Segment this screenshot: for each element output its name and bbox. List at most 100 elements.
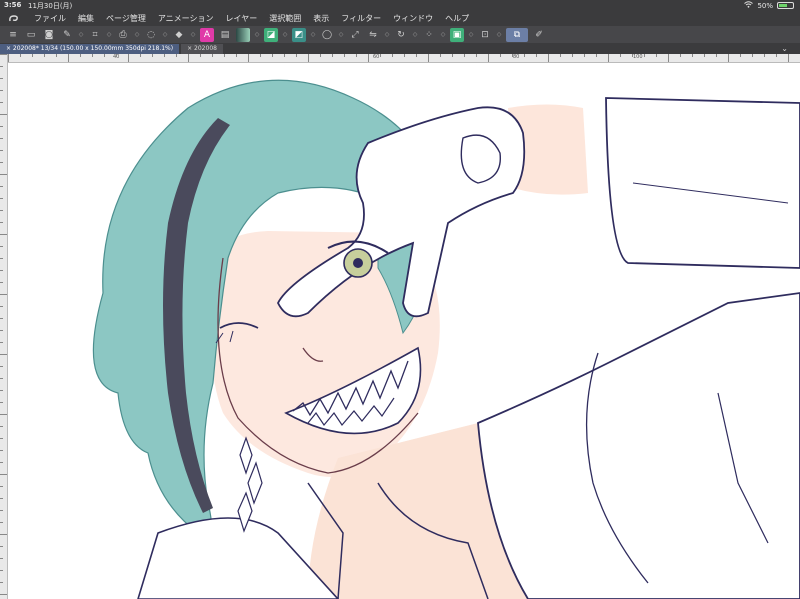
menu-animation[interactable]: アニメーション — [152, 13, 220, 24]
ruler-tick — [20, 54, 21, 57]
gradient-icon[interactable] — [236, 27, 250, 42]
ruler-tick — [0, 282, 3, 283]
ruler-tick — [524, 54, 525, 57]
ruler-tick — [644, 54, 645, 57]
ruler-tick — [0, 546, 3, 547]
selection-launcher-icon[interactable]: ⁘ — [422, 28, 436, 42]
ruler-tick — [740, 54, 741, 57]
ruler-tick — [44, 54, 45, 57]
ruler-tick — [572, 54, 573, 57]
chevron-down-icon[interactable]: ⌄ — [781, 44, 788, 53]
chevron-updown-icon[interactable]: ◇ — [383, 28, 391, 42]
chevron-updown-icon[interactable]: ◇ — [467, 28, 475, 42]
ruler-tick — [0, 534, 7, 535]
ruler-tick — [308, 54, 309, 62]
layer-color-icon[interactable]: ◪ — [264, 27, 278, 42]
menu-bar: ファイル 編集 ページ管理 アニメーション レイヤー 選択範囲 表示 フィルター… — [0, 11, 800, 26]
chevron-updown-icon[interactable]: ◇ — [439, 28, 447, 42]
print-icon[interactable]: ⎙ — [116, 28, 130, 42]
ruler-tick — [0, 54, 7, 55]
pen-settings-icon[interactable]: ✐ — [532, 28, 546, 42]
chevron-updown-icon[interactable]: ◇ — [105, 28, 113, 42]
ruler-tick — [476, 54, 477, 57]
ruler-tick — [188, 54, 189, 62]
menu-file[interactable]: ファイル — [28, 13, 72, 24]
ruler-tick — [728, 54, 729, 62]
menu-edit[interactable]: 編集 — [72, 13, 100, 24]
menu-page-management[interactable]: ページ管理 — [100, 13, 152, 24]
menu-view[interactable]: 表示 — [307, 13, 335, 24]
transform-icon[interactable]: ⤢ — [348, 28, 362, 42]
ruler-tick — [0, 498, 3, 499]
menu-layer[interactable]: レイヤー — [220, 13, 264, 24]
menu-selection[interactable]: 選択範囲 — [263, 13, 307, 24]
chevron-updown-icon[interactable]: ◇ — [189, 28, 197, 42]
ruler-tick — [536, 54, 537, 57]
hamburger-menu-icon[interactable]: ≡ — [6, 28, 20, 42]
ruler-tick — [0, 378, 3, 379]
ruler-vertical — [0, 54, 8, 599]
text-tool-icon[interactable]: A — [200, 27, 214, 42]
earring — [237, 436, 263, 533]
chevron-updown-icon[interactable]: ◇ — [281, 28, 289, 42]
menu-help[interactable]: ヘルプ — [439, 13, 475, 24]
ruler-tick — [620, 54, 621, 57]
chevron-updown-icon[interactable]: ◇ — [337, 28, 345, 42]
status-time: 3:56 — [4, 1, 22, 9]
panel-layout-icon[interactable]: ▤ — [218, 28, 232, 42]
drawing-canvas[interactable] — [8, 63, 800, 599]
ruler-tick — [0, 306, 3, 307]
ruler-tick — [0, 78, 3, 79]
ruler-tick — [512, 54, 513, 57]
ruler-tick — [0, 90, 3, 91]
ruler-tick — [212, 54, 213, 57]
fill-bucket-icon[interactable]: ◆ — [172, 28, 186, 42]
brush-settings-icon[interactable]: ✎ — [60, 28, 74, 42]
rotate-icon[interactable]: ↻ — [394, 28, 408, 42]
ruler-tick — [0, 270, 3, 271]
tab-document[interactable]: × 202008 — [181, 44, 223, 54]
lasso-fill-icon[interactable]: ◌ — [144, 28, 158, 42]
chevron-updown-icon[interactable]: ◇ — [77, 28, 85, 42]
chevron-updown-icon[interactable]: ◇ — [495, 28, 503, 42]
ruler-tick — [488, 54, 489, 62]
ruler-tick — [0, 390, 3, 391]
shirt-right — [477, 292, 800, 599]
wifi-icon — [744, 1, 754, 10]
chevron-updown-icon[interactable]: ◇ — [411, 28, 419, 42]
ruler-tick — [140, 54, 141, 57]
ruler-tick — [116, 54, 117, 57]
ruler-tick — [0, 66, 3, 67]
app-logo-icon[interactable] — [0, 14, 28, 24]
ruler-tick — [92, 54, 93, 57]
ruler-tick — [428, 54, 429, 62]
ruler-tick — [32, 54, 33, 57]
reference-icon[interactable]: ⊡ — [478, 28, 492, 42]
ruler-tick — [0, 162, 3, 163]
chevron-updown-icon[interactable]: ◇ — [253, 28, 261, 42]
ruler-tick — [764, 54, 765, 57]
ruler-tick — [0, 414, 7, 415]
open-file-icon[interactable]: ▭ — [24, 28, 38, 42]
flip-horizontal-icon[interactable]: ⇋ — [366, 28, 380, 42]
tab-document-active[interactable]: × 202008* 13/34 (150.00 x 150.00mm 350dp… — [0, 44, 180, 54]
ruler-tick — [0, 558, 3, 559]
color-layer-icon[interactable]: ▣ — [450, 27, 464, 42]
chevron-updown-icon[interactable]: ◇ — [161, 28, 169, 42]
status-right: 50% — [744, 1, 794, 10]
layer-effect-icon[interactable]: ◩ — [292, 27, 306, 42]
ruler-tick — [596, 54, 597, 57]
save-icon[interactable]: ◙ — [42, 28, 56, 42]
chevron-updown-icon[interactable]: ◇ — [133, 28, 141, 42]
ruler-tick — [560, 54, 561, 57]
ruler-tick — [692, 54, 693, 57]
ruler-tick — [0, 402, 3, 403]
chevron-updown-icon[interactable]: ◇ — [309, 28, 317, 42]
ruler-tick — [0, 126, 3, 127]
menu-filter[interactable]: フィルター — [335, 13, 387, 24]
ruler-tick — [68, 54, 69, 62]
lasso-icon[interactable]: ◯ — [320, 28, 334, 42]
snap-icon[interactable]: ⧉ — [506, 27, 528, 42]
crop-icon[interactable]: ⌗ — [88, 28, 102, 42]
menu-window[interactable]: ウィンドウ — [387, 13, 439, 24]
